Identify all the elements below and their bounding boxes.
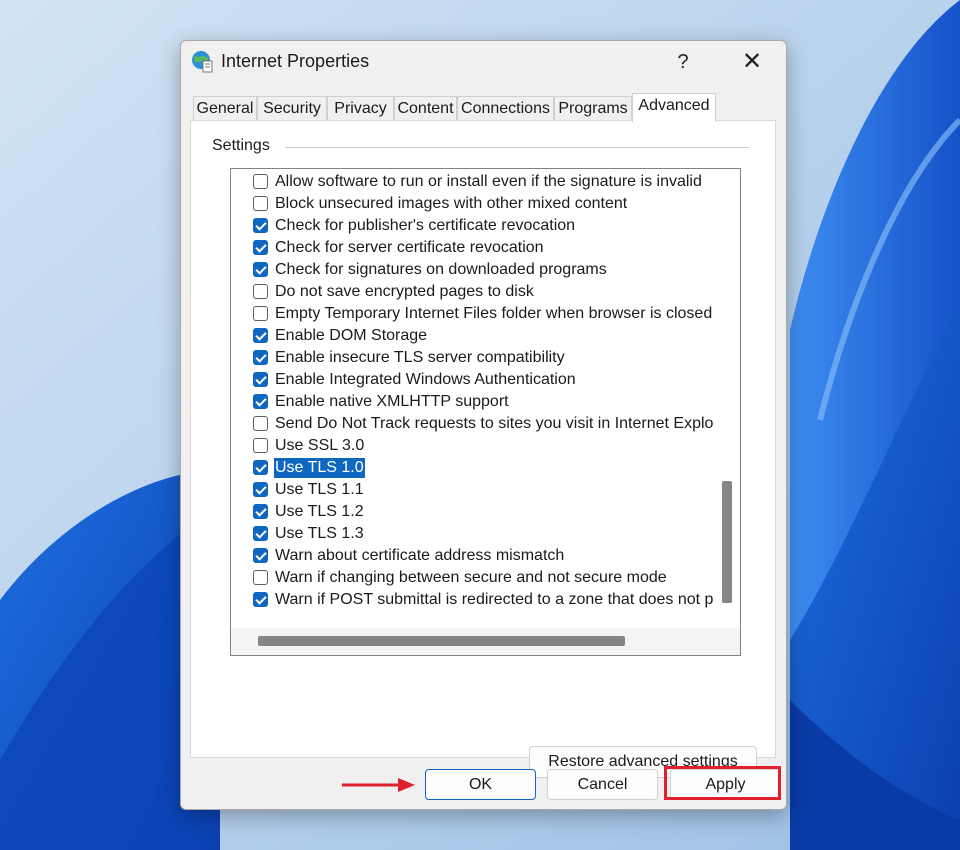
setting-label: Use TLS 1.0 [273, 457, 366, 479]
checkbox-checked[interactable] [253, 526, 268, 541]
horizontal-scrollbar[interactable] [231, 628, 740, 655]
setting-label: Use TLS 1.1 [275, 481, 364, 498]
setting-label: Do not save encrypted pages to disk [275, 283, 534, 300]
setting-label: Warn if POST submittal is redirected to … [275, 591, 714, 608]
settings-group-label: Settings [212, 137, 276, 155]
cancel-button[interactable]: Cancel [547, 769, 658, 800]
setting-label: Use TLS 1.2 [275, 503, 364, 520]
checkbox-checked[interactable] [253, 394, 268, 409]
checkbox-checked[interactable] [253, 504, 268, 519]
help-button[interactable]: ? [666, 47, 700, 77]
internet-globe-icon [192, 51, 213, 73]
checkbox[interactable] [253, 196, 268, 211]
tab-general[interactable]: General [193, 96, 257, 121]
checkbox[interactable] [253, 438, 268, 453]
setting-label: Enable DOM Storage [275, 327, 428, 344]
setting-label: Warn about certificate address mismatch [275, 547, 565, 564]
setting-label: Allow software to run or install even if… [275, 173, 702, 190]
tab-programs[interactable]: Programs [554, 96, 632, 121]
checkbox-checked[interactable] [253, 592, 268, 607]
dialog-title: Internet Properties [221, 51, 370, 71]
setting-label: Use TLS 1.3 [275, 525, 364, 542]
vertical-scroll-thumb[interactable] [722, 481, 732, 603]
close-button[interactable]: ✕ [735, 47, 769, 77]
ok-button[interactable]: OK [425, 769, 536, 800]
checkbox-checked[interactable] [253, 372, 268, 387]
checkbox-checked[interactable] [253, 460, 268, 475]
tab-connections[interactable]: Connections [457, 96, 554, 121]
checkbox-checked[interactable] [253, 262, 268, 277]
tab-security[interactable]: Security [257, 96, 327, 121]
vertical-scrollbar[interactable] [714, 169, 740, 628]
checkbox-checked[interactable] [253, 240, 268, 255]
advanced-tab-panel: Settings Allow software to run or instal… [190, 120, 776, 778]
apply-highlight-box [664, 766, 781, 800]
settings-listbox[interactable]: Allow software to run or install even if… [230, 168, 741, 656]
tab-content[interactable]: Content [394, 96, 457, 121]
setting-label: Send Do Not Track requests to sites you … [275, 415, 714, 432]
setting-label: Warn if changing between secure and not … [275, 569, 667, 586]
horizontal-scroll-thumb[interactable] [258, 636, 625, 646]
checkbox[interactable] [253, 416, 268, 431]
checkbox-checked[interactable] [253, 548, 268, 563]
checkbox[interactable] [253, 174, 268, 189]
setting-label: Empty Temporary Internet Files folder wh… [275, 305, 713, 322]
tab-privacy[interactable]: Privacy [327, 96, 394, 121]
setting-label: Enable insecure TLS server compatibility [275, 349, 565, 366]
checkbox-checked[interactable] [253, 350, 268, 365]
checkbox[interactable] [253, 570, 268, 585]
annotation-arrow-icon [342, 778, 415, 792]
checkbox[interactable] [253, 306, 268, 321]
internet-properties-dialog: Internet Properties ? ✕ General Security… [180, 40, 787, 810]
checkbox-checked[interactable] [253, 218, 268, 233]
checkbox-checked[interactable] [253, 482, 268, 497]
setting-label: Check for signatures on downloaded progr… [275, 261, 607, 278]
checkbox[interactable] [253, 284, 268, 299]
setting-label: Enable Integrated Windows Authentication [275, 371, 576, 388]
setting-label: Enable native XMLHTTP support [275, 393, 509, 410]
setting-label: Block unsecured images with other mixed … [275, 195, 628, 212]
tab-advanced[interactable]: Advanced [632, 93, 716, 122]
settings-group-divider [285, 147, 749, 148]
setting-label: Use SSL 3.0 [275, 437, 365, 454]
checkbox-checked[interactable] [253, 328, 268, 343]
settings-list: Allow software to run or install even if… [231, 169, 714, 628]
setting-label: Check for server certificate revocation [275, 239, 544, 256]
setting-label: Check for publisher's certificate revoca… [275, 217, 576, 234]
